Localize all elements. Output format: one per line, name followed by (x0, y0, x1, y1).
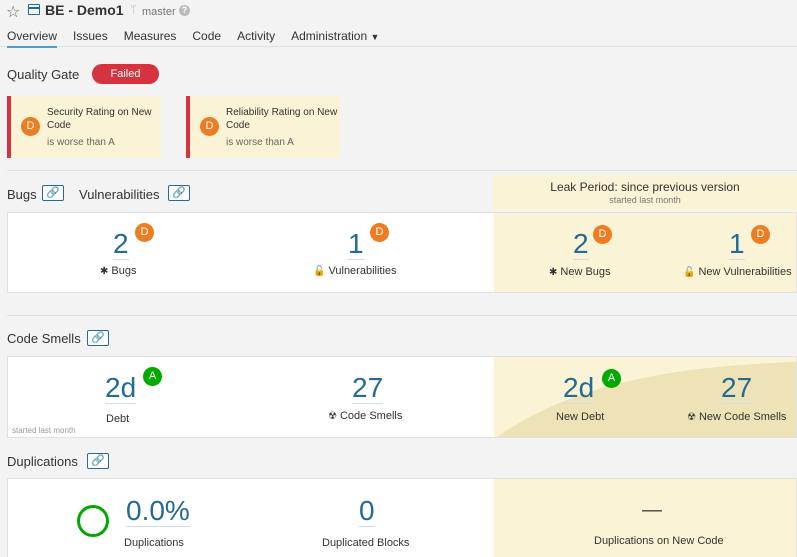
code-smells-label: ☢ Code Smells (328, 410, 403, 422)
project-nav: Overview Issues Measures Code Activity A… (7, 29, 379, 48)
tab-code[interactable]: Code (192, 29, 221, 48)
tab-administration-label: Administration (291, 29, 368, 43)
debt-value[interactable]: 2d (105, 373, 137, 404)
new-debt-rating-badge[interactable]: A (602, 369, 621, 388)
condition-detail: is worse than A (47, 137, 115, 148)
duplicated-blocks-label: Duplicated Blocks (322, 537, 410, 549)
new-debt-value[interactable]: 2d (563, 373, 595, 404)
new-duplications-label: Duplications on New Code (594, 535, 724, 547)
leak-period-subtitle: started last month (609, 195, 681, 205)
duplications-card: 0.0% Duplications 0 Duplicated Blocks — … (7, 478, 797, 557)
project-header: ☆ BE - Demo1 ᛘ master ? Overview Issues … (0, 0, 797, 48)
duplications-label: Duplications (124, 537, 184, 549)
tab-administration[interactable]: Administration ▼ (291, 29, 379, 48)
caret-down-icon: ▼ (370, 32, 380, 42)
code-smell-icon: ☢ (687, 412, 696, 423)
duplications-donut-chart (77, 505, 109, 537)
favorite-star-icon[interactable]: ☆ (6, 2, 20, 22)
started-note: started last month (12, 426, 76, 435)
bugs-rating-badge[interactable]: D (135, 223, 154, 242)
duplications-section-title: Duplications (7, 454, 78, 469)
lock-icon: 🔓 (313, 266, 326, 277)
bugs-link-icon[interactable]: 🔗 (42, 185, 64, 201)
quality-gate-title: Quality Gate (7, 67, 80, 82)
tab-overview[interactable]: Overview (7, 29, 58, 48)
new-bugs-label: ✱ New Bugs (549, 266, 611, 278)
new-bugs-value[interactable]: 2 (573, 229, 589, 260)
debt-label: Debt (106, 413, 130, 425)
qg-condition-reliability[interactable]: D Reliability Rating on New Code is wors… (186, 96, 340, 158)
debt-rating-badge[interactable]: A (143, 367, 162, 386)
new-vulnerabilities-value[interactable]: 1 (729, 229, 745, 260)
divider (7, 170, 797, 171)
divider (7, 315, 797, 316)
code-smells-card: 2d A Debt started last month 27 ☢ Code Sm… (7, 356, 797, 438)
duplicated-blocks-value[interactable]: 0 (359, 496, 375, 527)
bug-icon: ✱ (100, 266, 109, 277)
duplications-link-icon[interactable]: 🔗 (87, 453, 109, 469)
branch-icon: ᛘ (130, 4, 137, 16)
vulnerabilities-link-icon[interactable]: 🔗 (168, 185, 190, 201)
vulnerabilities-label: 🔓 Vulnerabilities (313, 265, 397, 277)
bugs-label: ✱ Bugs (100, 265, 137, 277)
rating-badge: D (21, 117, 40, 136)
new-vulnerabilities-rating-badge[interactable]: D (751, 225, 770, 244)
leak-period-header: Leak Period: since previous version star… (493, 175, 797, 210)
code-smells-value[interactable]: 27 (352, 373, 384, 404)
new-code-smells-label: ☢ New Code Smells (687, 411, 787, 423)
leak-period-title: Leak Period: since previous version (550, 180, 740, 194)
condition-detail: is worse than A (226, 137, 294, 148)
bugs-section-title: Bugs (7, 187, 37, 202)
leak-period-background (494, 213, 796, 292)
bugs-value[interactable]: 2 (113, 229, 129, 260)
lock-icon: 🔓 (683, 267, 696, 278)
qg-condition-security[interactable]: D Security Rating on New Code is worse t… (7, 96, 161, 158)
new-debt-label: New Debt (556, 411, 605, 423)
code-smells-link-icon[interactable]: 🔗 (87, 330, 109, 346)
rating-badge: D (200, 117, 219, 136)
bug-icon: ✱ (549, 267, 558, 278)
project-name[interactable]: BE - Demo1 (45, 2, 124, 18)
tab-measures[interactable]: Measures (124, 29, 177, 48)
help-icon[interactable]: ? (179, 5, 190, 16)
new-code-smells-value[interactable]: 27 (721, 373, 753, 404)
new-vulnerabilities-label: 🔓 New Vulnerabilities (683, 266, 792, 278)
duplications-value[interactable]: 0.0% (126, 496, 190, 527)
vulnerabilities-section-title: Vulnerabilities (79, 187, 160, 202)
project-icon (27, 4, 40, 15)
new-duplications-value: — (642, 499, 662, 521)
new-bugs-rating-badge[interactable]: D (593, 225, 612, 244)
code-smells-section-title: Code Smells (7, 331, 81, 346)
bugs-vulnerabilities-card: 2 D ✱ Bugs 1 D 🔓 Vulnerabilities 2 D ✱ New … (7, 212, 797, 293)
code-smell-icon: ☢ (328, 411, 337, 422)
tab-activity[interactable]: Activity (237, 29, 275, 48)
vulnerabilities-rating-badge[interactable]: D (370, 223, 389, 242)
quality-gate-status-badge: Failed (92, 64, 159, 84)
vulnerabilities-value[interactable]: 1 (348, 229, 364, 260)
branch-name[interactable]: master (142, 6, 176, 18)
condition-metric: Reliability Rating on New Code (226, 107, 338, 131)
condition-metric: Security Rating on New Code (47, 107, 152, 131)
tab-issues[interactable]: Issues (73, 29, 108, 48)
